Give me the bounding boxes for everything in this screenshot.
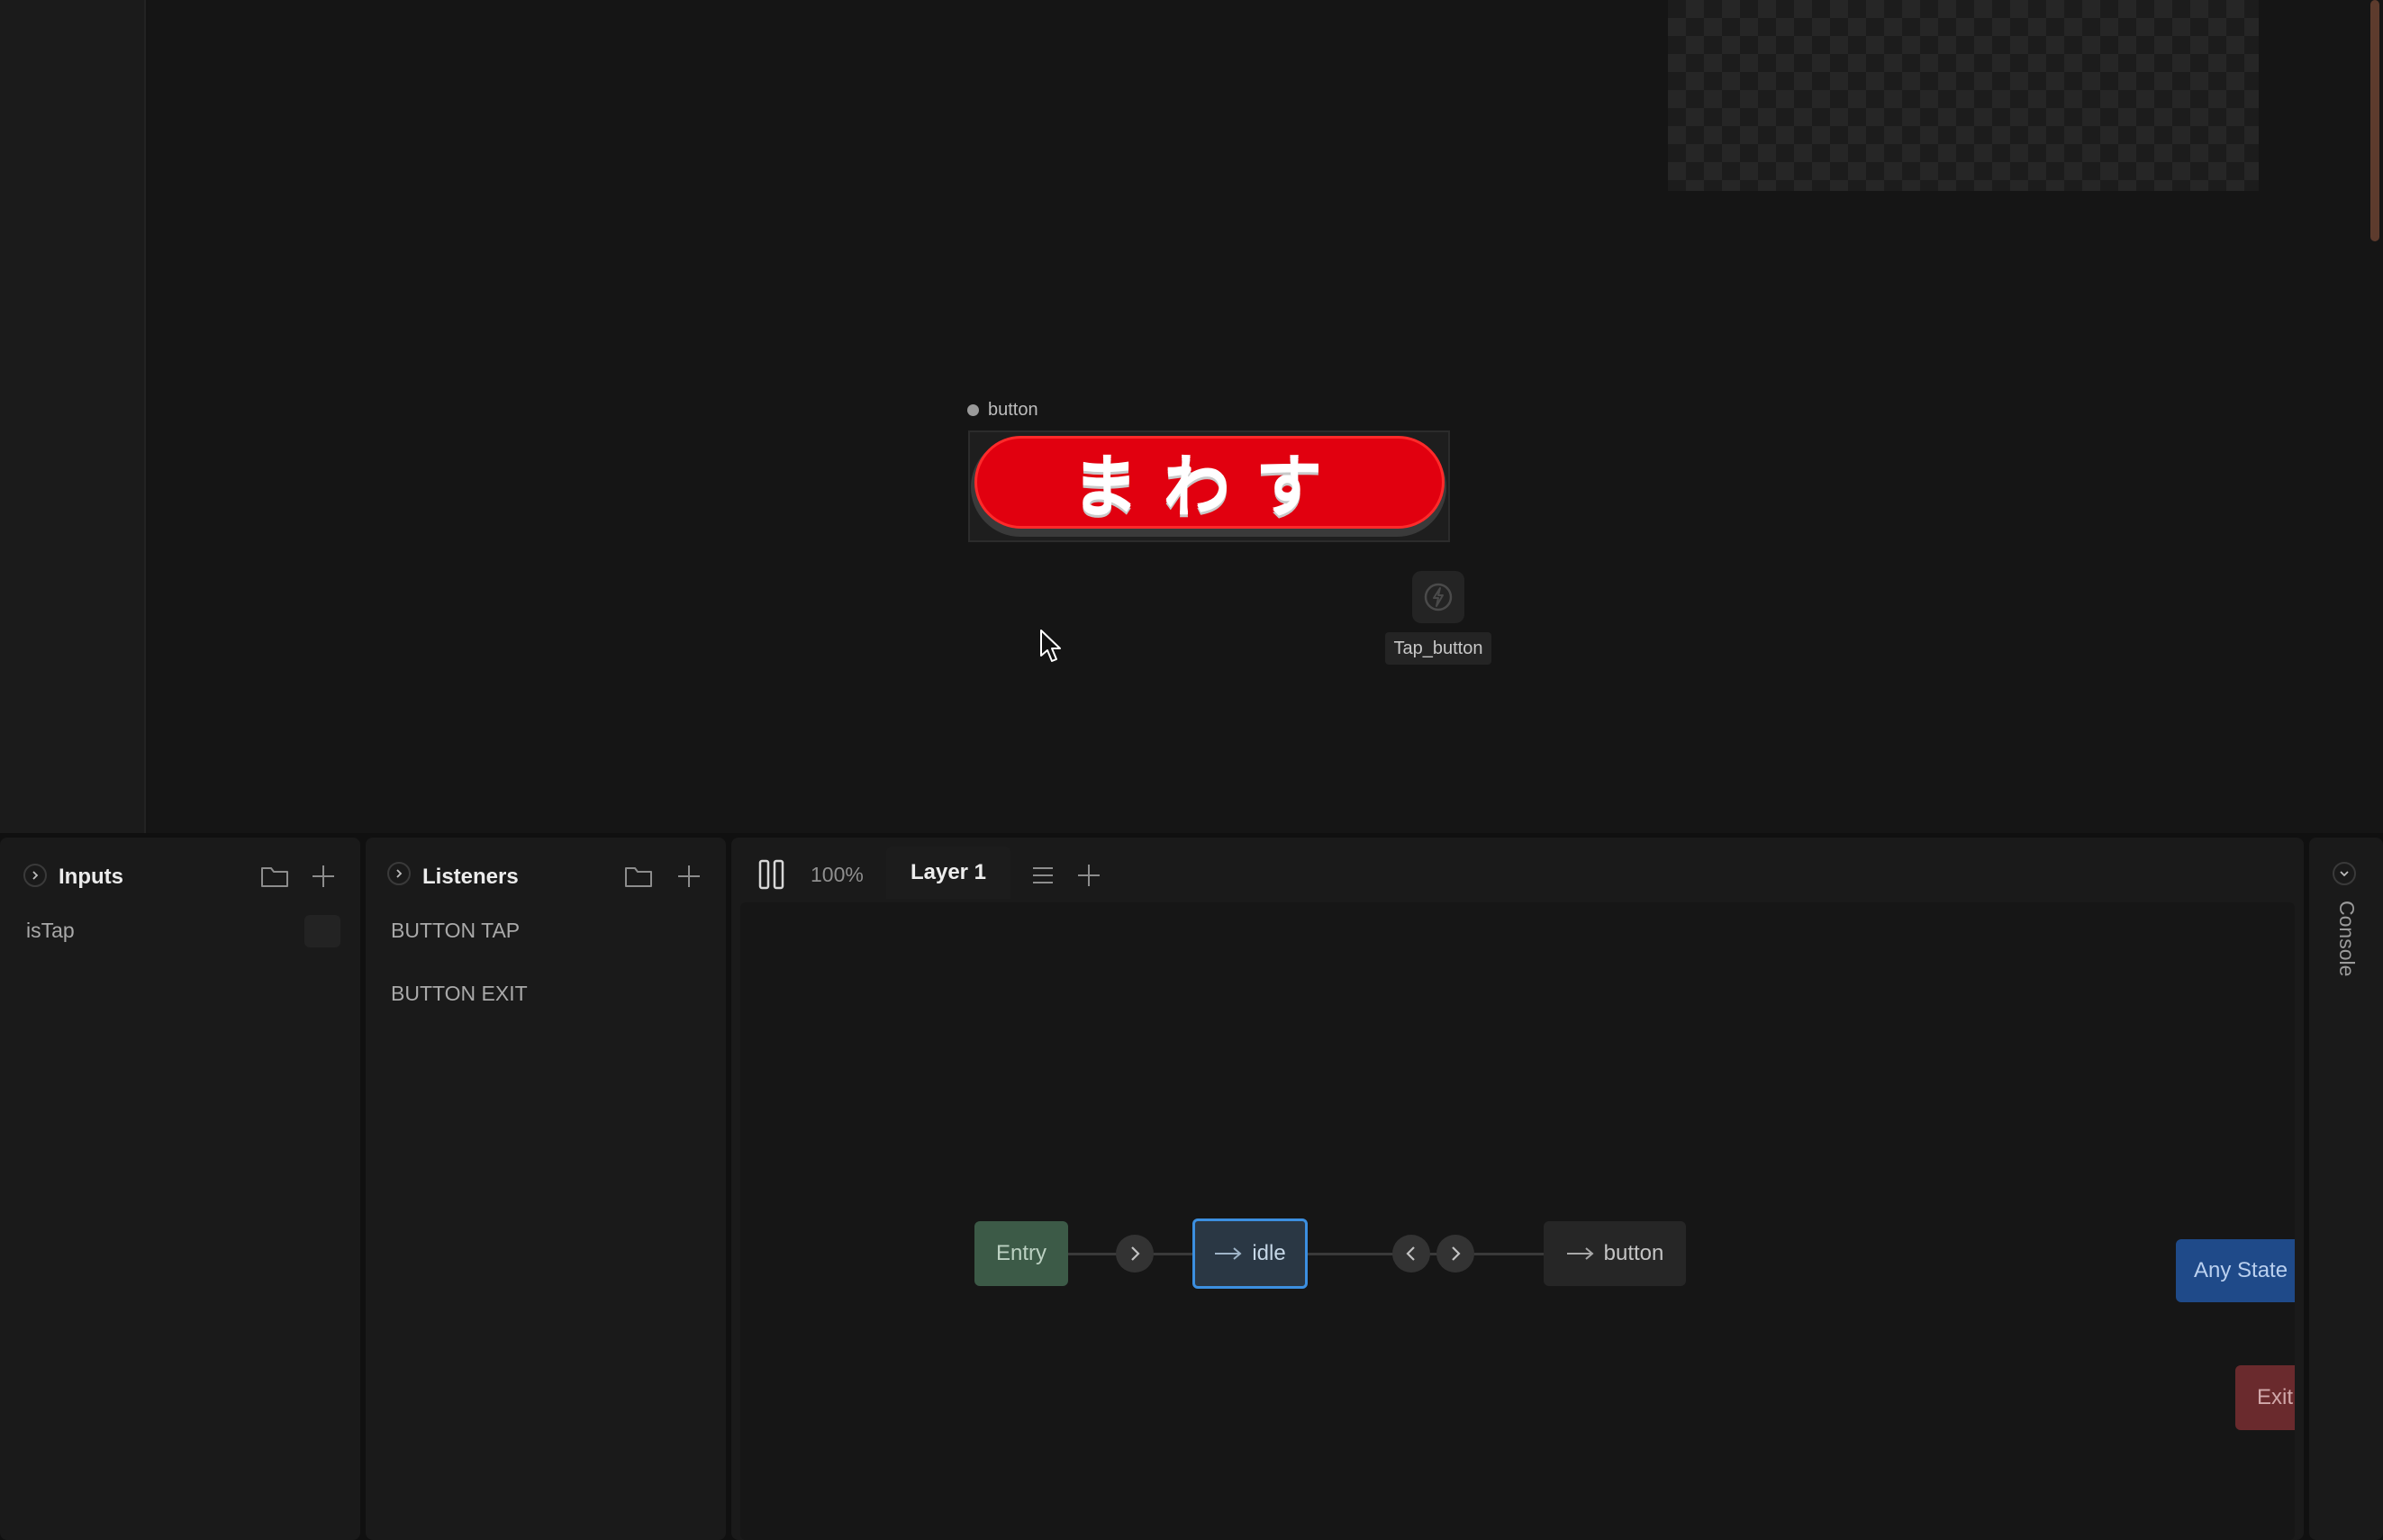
state-button[interactable]: button xyxy=(1544,1221,1686,1286)
listener-item-button-tap[interactable]: BUTTON TAP xyxy=(391,919,520,943)
console-tab[interactable]: Console xyxy=(2332,901,2359,991)
console-collapse-button[interactable] xyxy=(2333,862,2356,885)
pause-icon xyxy=(758,859,784,890)
arrow-right-icon xyxy=(1566,1247,1594,1260)
arrow-right-icon xyxy=(1215,1247,1242,1260)
canvas-scrollbar[interactable] xyxy=(2370,0,2379,241)
istap-value-toggle[interactable] xyxy=(304,915,340,947)
tab-layer-1[interactable]: Layer 1 xyxy=(886,847,1010,899)
mouse-cursor-icon xyxy=(1039,629,1063,665)
chevron-right-icon xyxy=(396,869,403,878)
layers-menu-button[interactable] xyxy=(1031,864,1055,887)
state-idle-label: idle xyxy=(1252,1241,1286,1265)
artboard-dot-icon xyxy=(967,403,979,416)
chevron-right-icon xyxy=(1452,1246,1461,1261)
folder-icon xyxy=(261,867,288,887)
artboard-label[interactable]: button xyxy=(967,396,1038,423)
chevron-right-icon xyxy=(1131,1246,1140,1261)
list-icon xyxy=(1033,867,1053,883)
add-layer-button[interactable] xyxy=(1076,863,1101,888)
state-graph-canvas[interactable] xyxy=(740,902,2295,1540)
chevron-down-icon xyxy=(2340,871,2349,877)
plus-icon xyxy=(678,865,700,887)
listeners-add-button[interactable] xyxy=(675,863,702,890)
plus-icon xyxy=(313,865,334,887)
state-any-state[interactable]: Any State xyxy=(2176,1239,2295,1302)
state-entry[interactable]: Entry xyxy=(974,1221,1068,1286)
mawasu-button[interactable]: まわす xyxy=(974,436,1445,529)
transparency-checkerboard xyxy=(1668,0,2259,191)
transition-entry-idle[interactable] xyxy=(1116,1235,1154,1273)
listeners-folder-button[interactable] xyxy=(623,863,654,890)
inputs-title: Inputs xyxy=(59,865,123,889)
event-label: Tap_button xyxy=(1385,632,1491,665)
listener-item-button-exit[interactable]: BUTTON EXIT xyxy=(391,982,528,1006)
folder-icon xyxy=(625,867,652,887)
chevron-left-icon xyxy=(1406,1246,1415,1261)
state-button-label: button xyxy=(1603,1241,1664,1265)
inputs-collapse-button[interactable] xyxy=(23,864,47,887)
artboard-name: button xyxy=(988,399,1038,420)
state-exit[interactable]: Exit xyxy=(2235,1365,2295,1430)
inputs-add-button[interactable] xyxy=(310,863,337,890)
listeners-collapse-button[interactable] xyxy=(387,862,411,885)
chevron-right-icon xyxy=(32,871,39,880)
left-sidebar-strip xyxy=(0,0,146,833)
lightning-icon[interactable] xyxy=(1412,571,1464,623)
listeners-panel xyxy=(366,838,726,1540)
plus-icon xyxy=(1078,865,1100,886)
transition-idle-button[interactable] xyxy=(1436,1235,1474,1273)
zoom-level[interactable]: 100% xyxy=(811,863,864,887)
listeners-title: Listeners xyxy=(422,865,519,889)
transition-button-idle[interactable] xyxy=(1392,1235,1430,1273)
pause-button[interactable] xyxy=(758,859,785,890)
input-item-istap[interactable]: isTap xyxy=(26,919,75,943)
state-idle[interactable]: idle xyxy=(1192,1218,1308,1289)
inputs-folder-button[interactable] xyxy=(259,863,290,890)
